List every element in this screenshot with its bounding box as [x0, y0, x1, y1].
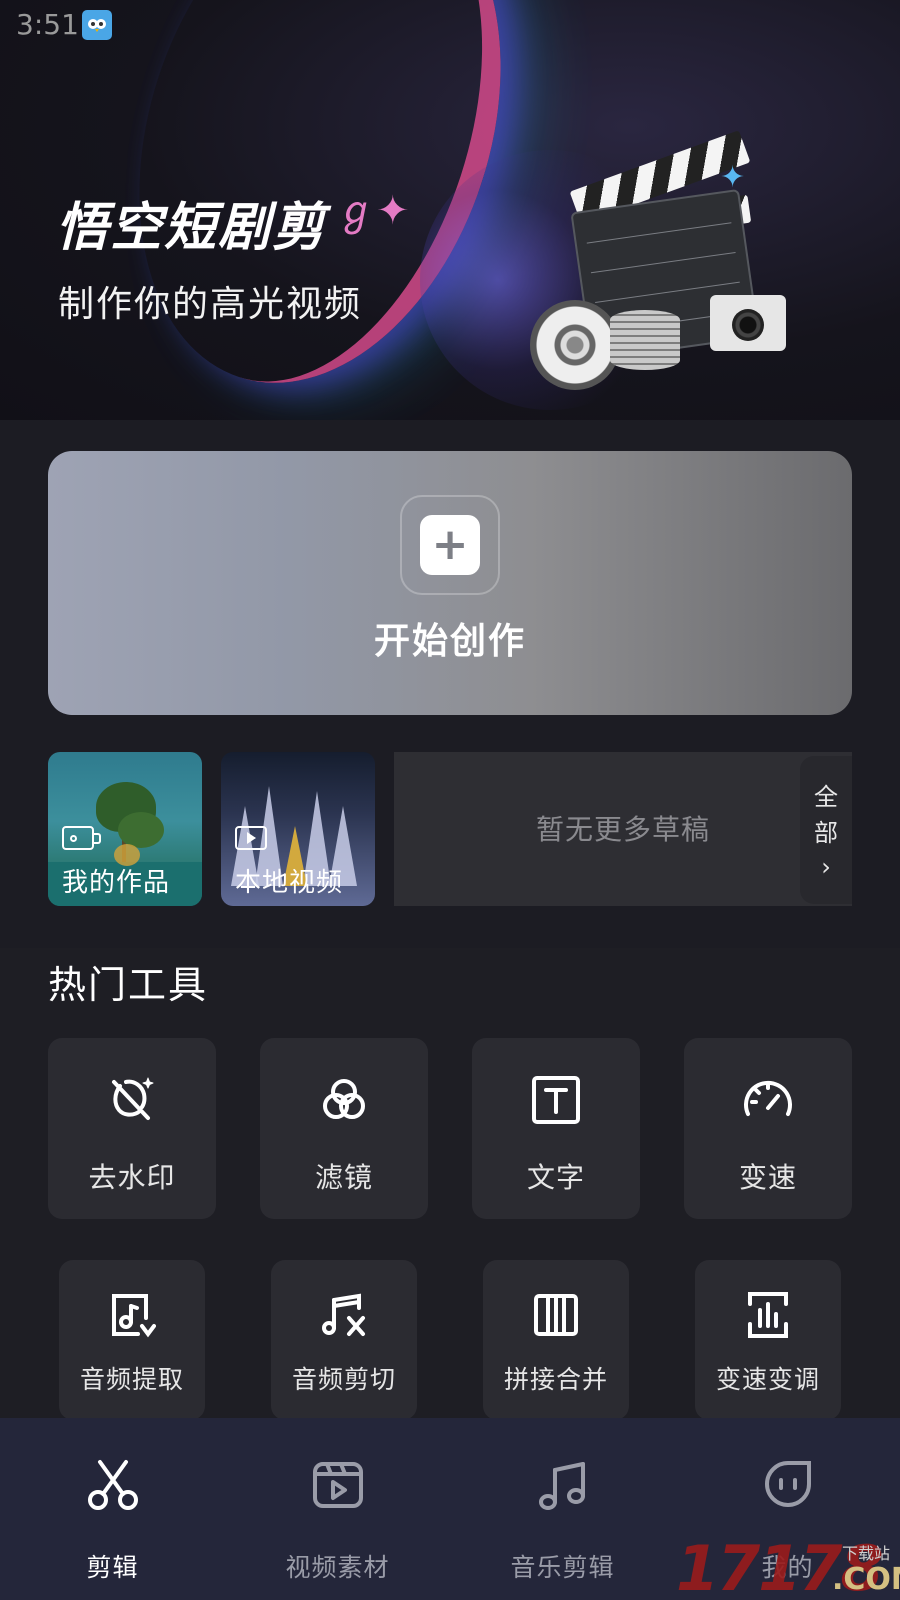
sparkle-icon: ℊ✦: [336, 188, 410, 234]
start-creating-label: 开始创作: [373, 621, 526, 662]
all-drafts-button[interactable]: 全部 ›: [800, 756, 852, 904]
status-bar: 3:51: [0, 0, 900, 48]
drafts-empty-text: 暂无更多草稿: [535, 813, 710, 846]
watermark-domain: .COM: [832, 1562, 900, 1597]
tool-label: 去水印: [88, 1161, 176, 1194]
music-note-icon: [450, 1458, 675, 1512]
tile-background: [118, 812, 164, 848]
hero-title: 悟空短剧剪: [56, 198, 327, 258]
video-material-icon: [225, 1458, 450, 1512]
all-drafts-label: 全部: [814, 783, 838, 847]
hero-subtitle: 制作你的高光视频: [58, 284, 363, 325]
tool-label: 滤镜: [314, 1161, 373, 1194]
nav-label-music-edit: 音乐剪辑: [510, 1553, 615, 1582]
scissors-icon: [0, 1458, 225, 1512]
film-roll-icon: [610, 310, 680, 370]
tool-text[interactable]: 文字: [472, 1038, 640, 1219]
local-video-tile[interactable]: 本地视频: [221, 752, 375, 906]
tool-remove-watermark[interactable]: 去水印: [48, 1038, 216, 1219]
audio-cut-icon: [271, 1290, 417, 1340]
clapperboard-illustration: ✦: [530, 120, 800, 400]
hero-banner: 悟空短剧剪 ℊ✦ 制作你的高光视频 ✦: [0, 0, 900, 420]
merge-icon: [483, 1290, 629, 1340]
tool-label: 音频剪切: [291, 1365, 396, 1394]
butterfly-icon: ✦: [720, 160, 746, 195]
tool-label: 文字: [526, 1161, 585, 1194]
my-works-label: 我的作品: [62, 868, 171, 898]
filter-icon: [260, 1074, 428, 1126]
site-watermark: 17178 下载站 .COM: [676, 1532, 900, 1600]
tool-speed[interactable]: 变速: [684, 1038, 852, 1219]
tool-merge[interactable]: 拼接合并: [483, 1260, 629, 1420]
remove-watermark-icon: [48, 1074, 216, 1126]
tool-label: 变速变调: [715, 1365, 820, 1394]
hot-tools-title: 热门工具: [48, 963, 209, 1007]
audio-extract-icon: [59, 1290, 205, 1340]
pitch-speed-icon: [695, 1290, 841, 1340]
watermark-small-text: 下载站: [842, 1544, 891, 1563]
my-works-tile[interactable]: 我的作品: [48, 752, 202, 906]
tool-audio-cut[interactable]: 音频剪切: [271, 1260, 417, 1420]
drafts-panel: 暂无更多草稿: [394, 752, 852, 906]
tool-audio-extract[interactable]: 音频提取: [59, 1260, 205, 1420]
tool-label: 音频提取: [79, 1365, 184, 1394]
tool-label: 变速: [738, 1161, 797, 1194]
local-video-label: 本地视频: [235, 868, 344, 898]
chevron-right-icon: ›: [821, 853, 831, 881]
owl-app-icon: [82, 10, 112, 40]
plus-icon[interactable]: +: [420, 515, 480, 575]
nav-label-video-material: 视频素材: [285, 1553, 390, 1582]
text-icon: [472, 1074, 640, 1126]
camera-icon: [710, 295, 786, 351]
profile-face-icon: [675, 1458, 900, 1512]
nav-label-edit: 剪辑: [86, 1553, 139, 1582]
tool-pitch-speed[interactable]: 变速变调: [695, 1260, 841, 1420]
tool-label: 拼接合并: [503, 1365, 608, 1394]
play-video-icon: [235, 826, 267, 850]
tool-filter[interactable]: 滤镜: [260, 1038, 428, 1219]
video-camera-icon: [62, 826, 101, 850]
speedometer-icon: [684, 1074, 852, 1126]
film-reel-icon: [530, 300, 620, 390]
status-time: 3:51: [16, 8, 79, 41]
